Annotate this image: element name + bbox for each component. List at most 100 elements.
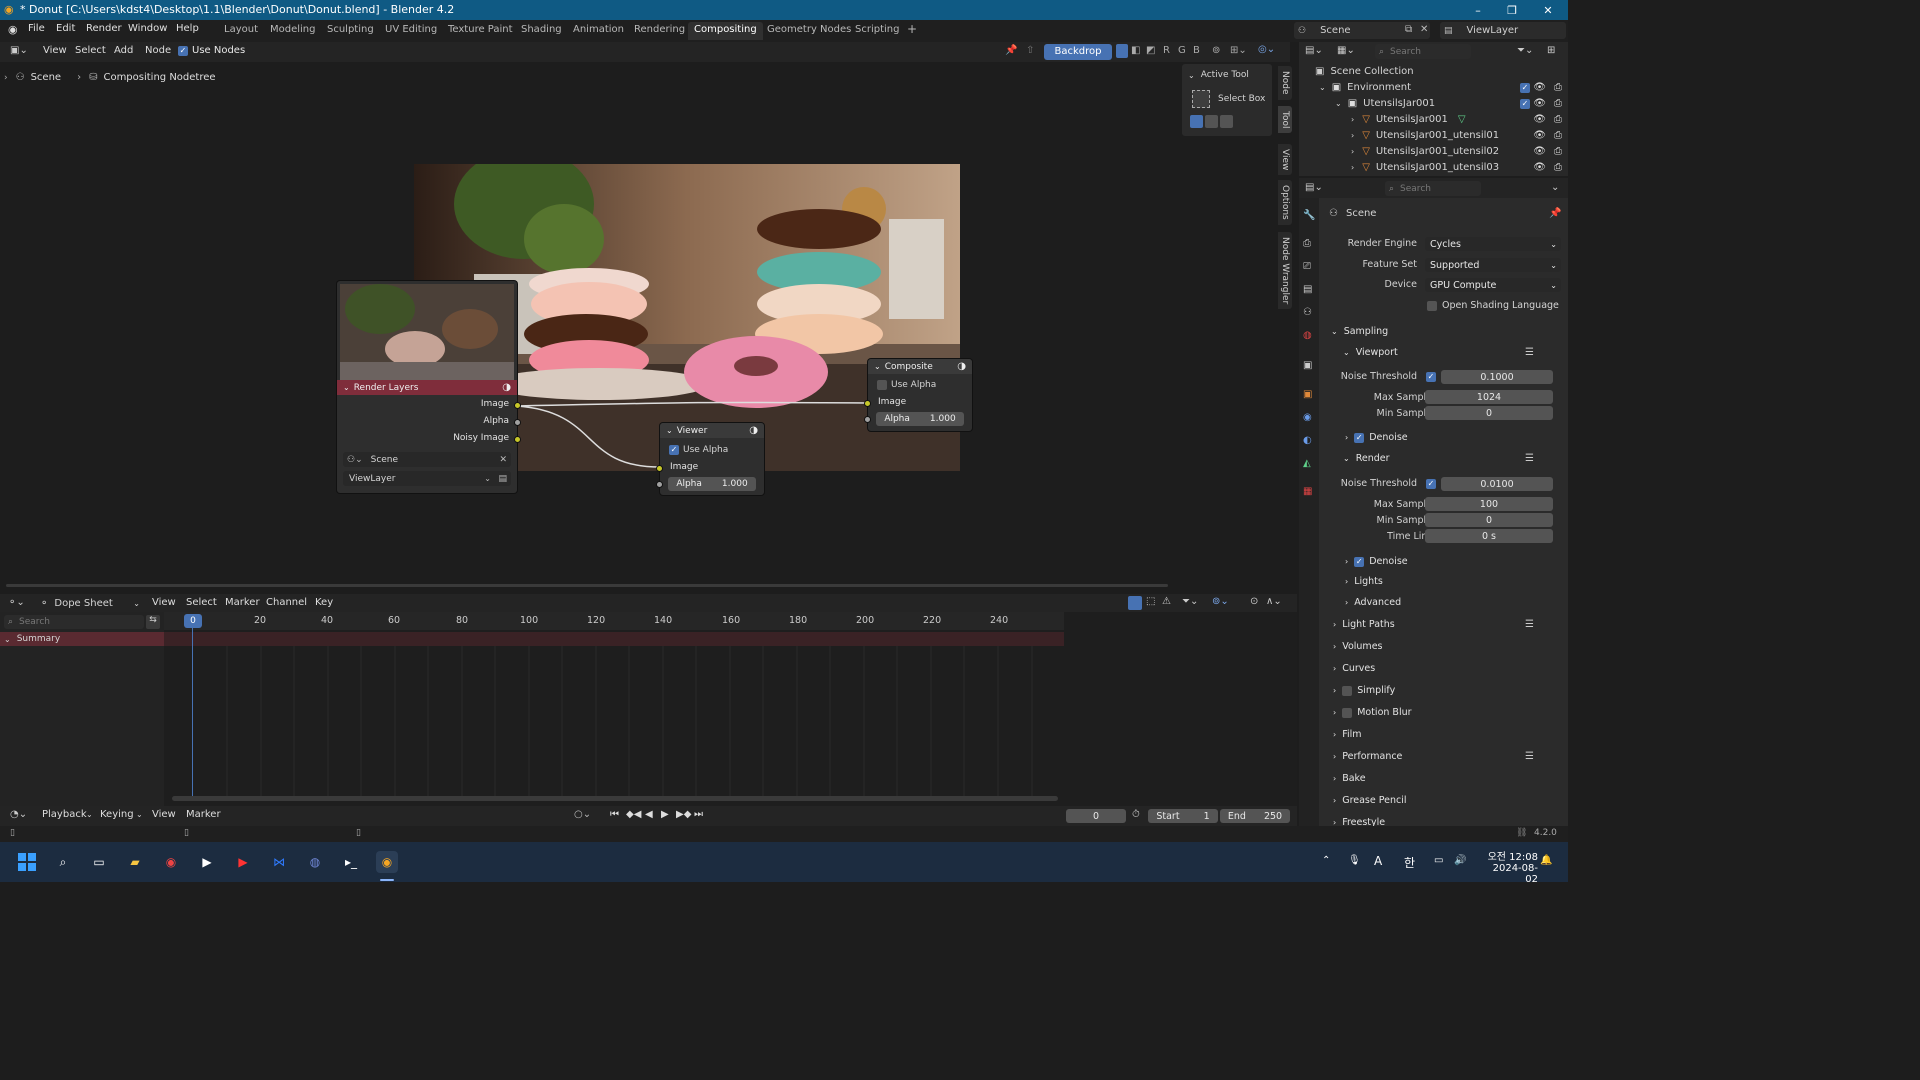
render-layers-scene-field[interactable]: ⚇⌄ Scene ✕ (343, 452, 511, 467)
properties-editor-icon[interactable]: ▤⌄ (1305, 182, 1323, 193)
terminal-icon[interactable]: ▸_ (340, 851, 362, 873)
search-icon[interactable]: ⌕ (52, 851, 74, 873)
snap-icon[interactable]: ⊚ (1212, 45, 1220, 56)
motion-blur-checkbox[interactable] (1342, 707, 1353, 718)
viewport-noise-threshold-checkbox[interactable]: ✓ (1426, 372, 1436, 382)
outliner-item-utensilsjar-object[interactable]: › ▽ UtensilsJar001 ▽ 👁 ⎙ (1351, 114, 1564, 125)
viewer-alpha-input-socket[interactable] (656, 481, 663, 488)
composite-header[interactable]: ⌄ Composite ◑ (868, 359, 972, 374)
menu-render[interactable]: Render (86, 23, 122, 34)
viewlayer-selector[interactable]: ▤ ViewLayer (1440, 22, 1566, 39)
device-dropdown[interactable]: GPU Compute ⌄ (1425, 278, 1561, 292)
dopesheet-body[interactable]: ⌕ Search ⇆ ⌄ Summary 0 20 40 60 80 100 1… (0, 612, 1297, 806)
playback-menu[interactable]: Playback (42, 809, 87, 820)
only-errors-icon[interactable]: ⚠ (1162, 596, 1171, 607)
sidebar-tab-view[interactable]: View (1278, 144, 1292, 176)
curves-panel-header[interactable]: › Curves (1333, 663, 1375, 674)
show-hidden-icon[interactable]: ⬚ (1146, 596, 1155, 607)
outliner-search[interactable]: ⌕ Search (1375, 44, 1471, 59)
sidebar-tab-node[interactable]: Node (1278, 66, 1292, 100)
close-button[interactable]: ✕ (1530, 0, 1566, 20)
start-frame-field[interactable]: Start 1 (1148, 809, 1218, 823)
light-paths-panel-header[interactable]: › Light Paths (1333, 619, 1395, 630)
viewer-use-alpha-checkbox[interactable]: ✓ (669, 445, 679, 455)
add-workspace-button[interactable]: + (901, 22, 923, 40)
properties-search[interactable]: ⌕ Search (1385, 181, 1481, 196)
menu-window[interactable]: Window (128, 23, 167, 34)
viewport-min-samples-field[interactable]: 0 (1425, 406, 1553, 420)
pin-icon[interactable]: 📌 (1549, 208, 1561, 219)
play-reverse-icon[interactable]: ◀ (645, 809, 653, 820)
performance-panel-header[interactable]: › Performance (1333, 751, 1402, 762)
timeline-view-menu[interactable]: View (152, 809, 176, 820)
composite-use-alpha-checkbox[interactable] (877, 380, 887, 390)
sidebar-tab-node-wrangler[interactable]: Node Wrangler (1278, 232, 1292, 310)
tool-tab-icon[interactable]: 🔧 (1303, 210, 1315, 221)
simplify-checkbox[interactable] (1342, 685, 1353, 696)
jump-start-icon[interactable]: ⏮ (610, 809, 619, 820)
channel-b-button[interactable]: B (1193, 45, 1200, 56)
camera-icon[interactable]: ⎙ (1554, 130, 1562, 141)
editor-type-icon[interactable]: ▣⌄ (10, 45, 28, 56)
viewport-denoise-checkbox[interactable]: ✓ (1354, 432, 1365, 443)
tab-layout[interactable]: Layout (218, 22, 264, 40)
current-frame-field[interactable]: 0 (1066, 809, 1126, 823)
feature-set-dropdown[interactable]: Supported ⌄ (1425, 258, 1561, 272)
chrome-icon[interactable]: ◉ (160, 851, 182, 873)
media-player-icon[interactable]: ▶ (196, 851, 218, 873)
render-noise-threshold-field[interactable]: 0.0100 (1441, 477, 1553, 491)
backdrop-color-alpha-icon[interactable] (1116, 44, 1128, 58)
delete-scene-icon[interactable]: ✕ (1420, 24, 1428, 35)
alpha-output-socket[interactable] (514, 419, 521, 426)
backdrop-color-icon[interactable]: ◧ (1131, 45, 1140, 56)
dopesheet-menu-select[interactable]: Select (186, 597, 217, 608)
eye-icon[interactable]: 👁 (1533, 82, 1546, 93)
dopesheet-menu-key[interactable]: Key (315, 597, 333, 608)
select-mode-new-icon[interactable] (1190, 115, 1203, 128)
channel-r-button[interactable]: R (1163, 45, 1170, 56)
world-tab-icon[interactable]: ◍ (1303, 330, 1312, 341)
current-frame-indicator[interactable]: 0 (184, 614, 202, 628)
render-noise-threshold-checkbox[interactable]: ✓ (1426, 479, 1436, 489)
viewport-subpanel-header[interactable]: ⌄ Viewport (1343, 347, 1398, 358)
viewport-max-samples-field[interactable]: 1024 (1425, 390, 1553, 404)
minimize-button[interactable]: – (1460, 0, 1496, 20)
tray-overflow-icon[interactable]: ⌃ (1322, 855, 1330, 866)
task-view-icon[interactable]: ▭ (88, 851, 110, 873)
viewer-alpha-field[interactable]: Alpha 1.000 (668, 477, 756, 491)
system-clock[interactable]: 오전 12:08 2024-08-02 (1480, 848, 1538, 885)
prev-keyframe-icon[interactable]: ◆◀ (626, 809, 641, 820)
object-tab-icon[interactable]: ▣ (1303, 389, 1312, 400)
close-icon[interactable]: ✕ (499, 455, 507, 465)
sidebar-tab-tool[interactable]: Tool (1278, 106, 1292, 134)
sampling-panel-header[interactable]: ⌄ Sampling (1331, 326, 1388, 337)
microphone-icon[interactable]: 🎙 (1348, 855, 1361, 866)
eye-icon[interactable]: 👁 (1533, 162, 1546, 173)
scene-collection-row[interactable]: ▣ Scene Collection (1315, 66, 1414, 77)
tab-sculpting[interactable]: Sculpting (321, 22, 380, 40)
viewport-noise-threshold-field[interactable]: 0.1000 (1441, 370, 1553, 384)
dopesheet-menu-marker[interactable]: Marker (225, 597, 260, 608)
next-keyframe-icon[interactable]: ▶◆ (676, 809, 691, 820)
constraints-tab-icon[interactable]: ◐ (1303, 435, 1312, 446)
display-icon[interactable]: ▭ (1434, 855, 1443, 866)
auto-keying-icon[interactable]: ○⌄ (574, 809, 591, 820)
render-layers-header[interactable]: ⌄ Render Layers ◑ (337, 380, 517, 395)
node-menu-node[interactable]: Node (145, 45, 171, 56)
exclude-checkbox[interactable]: ✓ (1520, 98, 1530, 109)
file-explorer-icon[interactable]: ▰ (124, 851, 146, 873)
snap-target-icon[interactable]: ⊞⌄ (1230, 45, 1247, 56)
discord-icon[interactable]: ◍ (304, 851, 326, 873)
dopesheet-menu-channel[interactable]: Channel (266, 597, 307, 608)
motion-blur-panel-header[interactable]: › Motion Blur (1333, 707, 1412, 718)
camera-icon[interactable]: ⎙ (1554, 82, 1562, 93)
tab-rendering[interactable]: Rendering (628, 22, 691, 40)
outliner-item-utensilsjar-collection[interactable]: ⌄ ▣ UtensilsJar001 ✓ 👁 ⎙ (1335, 98, 1564, 109)
dopesheet-scrollbar[interactable] (172, 796, 1058, 801)
outliner-item-utensil03[interactable]: › ▽ UtensilsJar001_utensil03 👁 ⎙ (1351, 162, 1564, 173)
interpolation-icon[interactable]: ∧⌄ (1266, 596, 1282, 607)
render-icon[interactable]: ◑ (749, 425, 758, 436)
channel-search[interactable]: ⌕ Search (4, 615, 144, 629)
render-min-samples-field[interactable]: 0 (1425, 513, 1553, 527)
dopesheet-menu-view[interactable]: View (152, 597, 176, 608)
